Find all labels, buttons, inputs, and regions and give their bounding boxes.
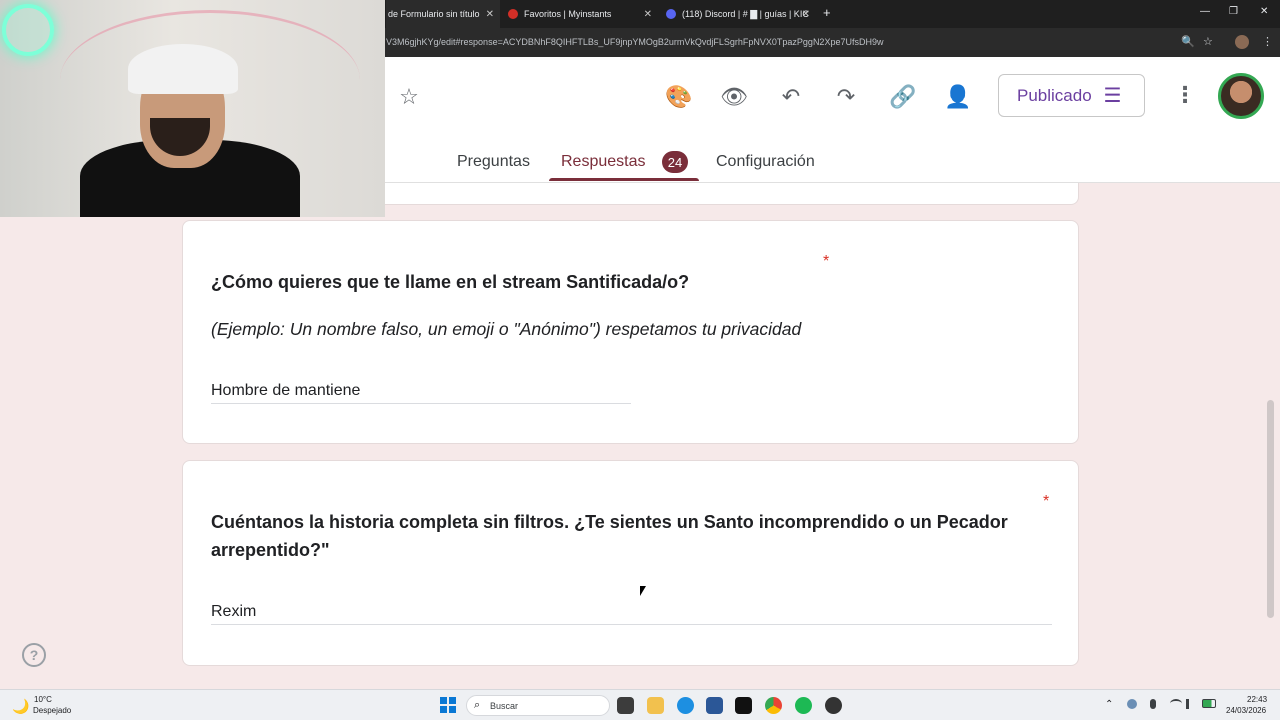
tab-questions[interactable]: Preguntas [457, 153, 530, 171]
question-card: * Cuéntanos la historia completa sin fil… [182, 460, 1079, 666]
search-icon: ⌕ [474, 699, 481, 711]
undo-icon[interactable]: ↶ [777, 83, 805, 111]
link-icon[interactable]: 🔗 [889, 83, 917, 111]
tab-settings[interactable]: Configuración [716, 153, 815, 171]
file-explorer-icon[interactable] [647, 697, 664, 714]
browser-tab-discord[interactable]: (118) Discord | # ▇ | guías | KIC ✕ [666, 0, 816, 28]
tab-title: Favoritos | Myinstants [524, 9, 612, 19]
windows-start-icon[interactable] [440, 697, 456, 713]
neon-smiley-sign [2, 4, 54, 56]
question-description: (Ejemplo: Un nombre falso, un emoji o "A… [211, 319, 802, 339]
tab-title: de Formulario sin título [388, 9, 480, 19]
microsoft-store-icon[interactable] [706, 697, 723, 714]
weather-temperature[interactable]: 10°C [34, 695, 52, 704]
volume-icon[interactable] [1186, 699, 1196, 709]
person-cap [128, 44, 238, 94]
browser-tab-myinstants[interactable]: Favoritos | Myinstants ✕ [508, 0, 658, 28]
active-tab-indicator [549, 178, 699, 181]
search-placeholder: Buscar [490, 701, 519, 711]
wifi-icon[interactable] [1170, 699, 1182, 708]
account-avatar[interactable] [1218, 73, 1264, 119]
y-app-icon[interactable] [735, 697, 752, 714]
task-view-icon[interactable] [617, 697, 634, 714]
question-title-line-1: Cuéntanos la historia completa sin filtr… [211, 512, 1008, 532]
answer-underline [211, 403, 631, 404]
responses-count-badge: 24 [662, 151, 688, 173]
battery-icon[interactable] [1202, 699, 1216, 708]
microphone-icon[interactable] [1150, 699, 1156, 709]
moon-weather-icon[interactable]: 🌙 [12, 698, 29, 715]
required-marker: * [823, 253, 830, 270]
published-label: Publicado [1017, 85, 1092, 105]
required-marker: * [1043, 493, 1050, 510]
spotify-icon[interactable] [795, 697, 812, 714]
discord-favicon-icon [666, 9, 676, 19]
edge-browser-icon[interactable] [677, 697, 694, 714]
restore-icon[interactable]: ❐ [1229, 6, 1238, 17]
chrome-icon[interactable] [765, 697, 782, 714]
more-options-icon[interactable]: ⋮ [1174, 82, 1196, 108]
browser-menu-icon[interactable]: ⋮ [1262, 35, 1273, 48]
url-field[interactable]: V3M6gjhKYg/edit#response=ACYDBNhF8QIHFTL… [386, 37, 883, 47]
windows-taskbar: 🌙 10°C Despejado ⌕ Buscar ⌃ 22:43 24/03/… [0, 689, 1280, 720]
palette-icon[interactable]: 🎨 [665, 83, 693, 111]
add-collaborator-icon[interactable]: 👤 [944, 83, 972, 111]
star-icon[interactable]: ☆ [395, 83, 423, 111]
page-scrollbar[interactable] [1267, 400, 1274, 618]
taskbar-search-input[interactable]: ⌕ Buscar [466, 695, 610, 716]
browser-profile-avatar[interactable] [1235, 35, 1249, 49]
redo-icon[interactable]: ↷ [832, 83, 860, 111]
tray-chevron-icon[interactable]: ⌃ [1105, 699, 1113, 710]
question-title: ¿Cómo quieres que te llame en el stream … [211, 272, 690, 292]
help-icon[interactable]: ? [22, 643, 46, 667]
close-window-icon[interactable]: ✕ [1260, 6, 1268, 17]
published-button[interactable]: Publicado ☰ [998, 74, 1145, 117]
webcam-overlay [0, 0, 385, 217]
bookmark-star-icon[interactable]: ☆ [1203, 35, 1213, 48]
close-tab-icon[interactable]: ✕ [802, 9, 810, 20]
new-tab-button[interactable]: + [823, 5, 831, 20]
response-answer: Rexim [211, 603, 257, 620]
close-tab-icon[interactable]: ✕ [644, 9, 652, 20]
tab-responses[interactable]: Respuestas [561, 153, 646, 171]
close-tab-icon[interactable]: ✕ [486, 9, 494, 20]
question-card: * ¿Cómo quieres que te llame en el strea… [182, 220, 1079, 444]
question-title-line-2: arrepentido?" [211, 540, 330, 560]
cloud-sync-icon[interactable] [1127, 699, 1137, 709]
taskbar-time[interactable]: 22:43 [1247, 695, 1267, 704]
zoom-icon[interactable]: 🔍 [1181, 35, 1195, 48]
publish-settings-icon: ☰ [1103, 85, 1122, 107]
mouse-cursor-icon [640, 586, 646, 596]
response-answer: Hombre de mantiene [211, 382, 361, 399]
tab-title: (118) Discord | # ▇ | guías | KIC [682, 8, 809, 19]
myinstants-favicon-icon [508, 9, 518, 19]
weather-description[interactable]: Despejado [33, 706, 71, 715]
answer-underline [211, 624, 1052, 625]
obs-icon[interactable] [825, 697, 842, 714]
browser-tab-forms[interactable]: de Formulario sin título ✕ [386, 0, 500, 28]
preview-eye-icon[interactable]: 👁 [720, 83, 748, 111]
taskbar-date[interactable]: 24/03/2026 [1226, 706, 1266, 715]
minimize-icon[interactable]: — [1200, 6, 1210, 17]
